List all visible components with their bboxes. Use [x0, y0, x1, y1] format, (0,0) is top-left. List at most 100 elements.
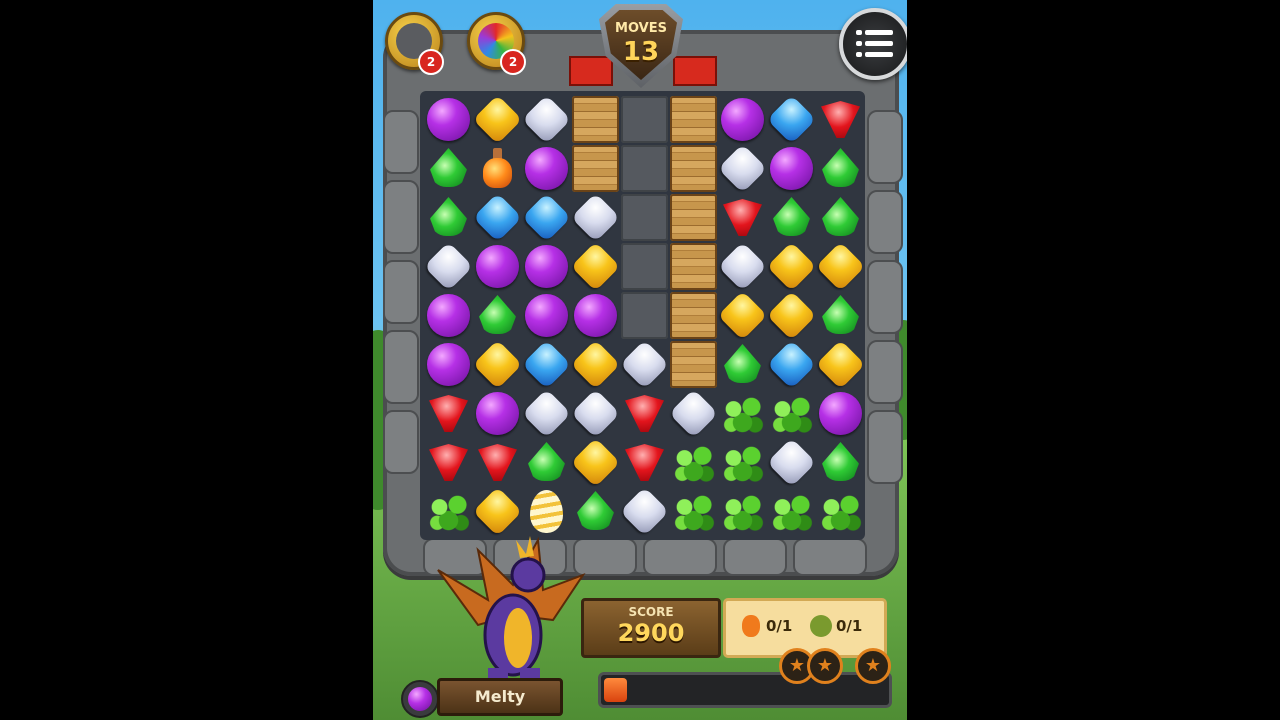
board-cell[interactable]: [718, 95, 767, 144]
green-gem: [822, 148, 859, 187]
board-cell[interactable]: [620, 242, 669, 291]
board-cell[interactable]: [522, 291, 571, 340]
board-cell[interactable]: [766, 241, 817, 292]
board-cell[interactable]: [521, 339, 572, 390]
board-cell[interactable]: [718, 340, 767, 389]
red-gem: [625, 395, 664, 432]
board-cell[interactable]: [571, 291, 620, 340]
board-cell[interactable]: [816, 144, 865, 193]
board-cell[interactable]: [717, 241, 768, 292]
board-cell[interactable]: [669, 193, 718, 242]
board-cell[interactable]: [815, 339, 866, 390]
board-cell[interactable]: [522, 242, 571, 291]
board-cell[interactable]: [620, 144, 669, 193]
board-cell[interactable]: [816, 95, 865, 144]
board-cell[interactable]: [669, 487, 718, 536]
moves-value: 13: [622, 37, 660, 67]
board-cell[interactable]: [669, 438, 718, 487]
board-cell[interactable]: [473, 438, 522, 487]
board-cell[interactable]: [816, 389, 865, 438]
hammer-booster-button[interactable]: 2: [385, 12, 444, 75]
board-cell[interactable]: [472, 94, 523, 145]
board-cell[interactable]: [424, 291, 473, 340]
white-gem: [717, 241, 768, 292]
white-gem: [668, 388, 719, 439]
board-cell[interactable]: [522, 438, 571, 487]
board-cell[interactable]: [620, 291, 669, 340]
board-cell[interactable]: [570, 437, 621, 488]
board-cell[interactable]: [620, 389, 669, 438]
board-cell[interactable]: [669, 95, 718, 144]
board-cell[interactable]: [571, 487, 620, 536]
board-cell[interactable]: [767, 389, 816, 438]
board-cell[interactable]: [718, 487, 767, 536]
green-gem: [822, 197, 859, 236]
board-cell[interactable]: [424, 193, 473, 242]
board-cell[interactable]: [766, 339, 817, 390]
purple-gem: [427, 343, 470, 386]
board-cell[interactable]: [766, 94, 817, 145]
board-cell[interactable]: [620, 95, 669, 144]
board-cell[interactable]: [424, 487, 473, 536]
stone-block-tile: [621, 96, 668, 143]
board-cell[interactable]: [472, 339, 523, 390]
board-cell[interactable]: [718, 193, 767, 242]
red-gem: [625, 444, 664, 481]
board-cell[interactable]: [718, 389, 767, 438]
board-cell[interactable]: [473, 389, 522, 438]
board-cell[interactable]: [473, 144, 522, 193]
board-cell[interactable]: [816, 291, 865, 340]
board-cell[interactable]: [669, 144, 718, 193]
gem-board[interactable]: [420, 91, 866, 540]
board-cell[interactable]: [424, 438, 473, 487]
board-cell[interactable]: [521, 192, 572, 243]
board-cell[interactable]: [816, 487, 865, 536]
board-cell[interactable]: [718, 438, 767, 487]
board-cell[interactable]: [424, 389, 473, 438]
board-cell[interactable]: [521, 94, 572, 145]
board-cell[interactable]: [473, 291, 522, 340]
board-cell[interactable]: [669, 340, 718, 389]
board-cell[interactable]: [522, 487, 571, 536]
potion-goal-icon: [742, 615, 760, 637]
board-cell[interactable]: [522, 144, 571, 193]
white-gem: [766, 437, 817, 488]
board-cell[interactable]: [717, 290, 768, 341]
board-cell[interactable]: [571, 144, 620, 193]
board-cell[interactable]: [816, 438, 865, 487]
board-cell[interactable]: [570, 241, 621, 292]
board-cell[interactable]: [816, 193, 865, 242]
board-cell[interactable]: [767, 193, 816, 242]
board-cell[interactable]: [521, 388, 572, 439]
white-gem: [521, 388, 572, 439]
board-cell[interactable]: [668, 388, 719, 439]
board-cell[interactable]: [766, 290, 817, 341]
board-cell[interactable]: [767, 487, 816, 536]
board-cell[interactable]: [620, 193, 669, 242]
board-cell[interactable]: [424, 340, 473, 389]
board-cell[interactable]: [424, 95, 473, 144]
board-cell[interactable]: [473, 242, 522, 291]
menu-button[interactable]: [839, 8, 907, 80]
board-cell[interactable]: [669, 291, 718, 340]
board-cell[interactable]: [766, 437, 817, 488]
rainbow-booster-button[interactable]: 2: [467, 12, 526, 75]
board-cell[interactable]: [619, 339, 670, 390]
board-cell[interactable]: [570, 192, 621, 243]
character-name: Melty: [437, 678, 563, 716]
board-cell[interactable]: [815, 241, 866, 292]
board-cell[interactable]: [570, 388, 621, 439]
board-cell[interactable]: [619, 486, 670, 537]
board-cell[interactable]: [423, 241, 474, 292]
board-cell[interactable]: [472, 192, 523, 243]
board-cell[interactable]: [620, 438, 669, 487]
score-label: SCORE: [628, 605, 674, 619]
board-cell[interactable]: [669, 242, 718, 291]
board-cell[interactable]: [717, 143, 768, 194]
purple-gem: [721, 98, 764, 141]
board-cell[interactable]: [767, 144, 816, 193]
board-cell[interactable]: [472, 486, 523, 537]
board-cell[interactable]: [424, 144, 473, 193]
board-cell[interactable]: [571, 95, 620, 144]
board-cell[interactable]: [570, 339, 621, 390]
